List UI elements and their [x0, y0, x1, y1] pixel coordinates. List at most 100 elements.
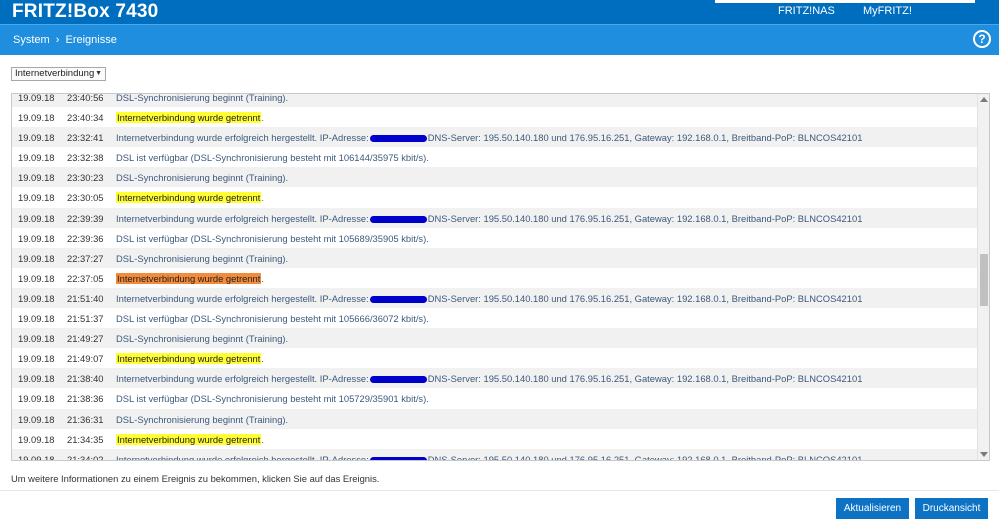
redaction-mark [369, 376, 427, 384]
row-time: 21:49:27 [67, 333, 104, 345]
message-tail: DNS-Server: 195.50.140.180 und 176.95.16… [427, 292, 863, 304]
highlighted-message: Internetverbindung wurde getrennt [116, 112, 262, 124]
table-row[interactable]: 19.09.18 21:51:40 Internetverbindung wurde… [12, 287, 978, 309]
row-message: Internetverbindung wurde erfolgreich her… [116, 293, 862, 304]
event-filter-select[interactable]: Internetverbindung ▼ [11, 67, 106, 81]
row-date: 19.09.18 [18, 393, 55, 405]
row-message: DSL-Synchronisierung beginnt (Training). [116, 252, 289, 264]
row-message: Internetverbindung wurde erfolgreich her… [116, 213, 862, 224]
table-row[interactable]: 19.09.18 21:49:27 DSL-Synchronisierung beg… [12, 328, 978, 349]
row-date: 19.09.18 [18, 252, 55, 264]
chevron-down-icon: ▼ [95, 70, 102, 77]
scroll-up-icon[interactable] [980, 97, 988, 102]
event-log-scrollbar[interactable] [977, 94, 989, 460]
message-tail: . [261, 433, 264, 445]
row-message: Internetverbindung wurde getrennt. [116, 192, 264, 204]
table-row[interactable]: 19.09.18 23:30:05 Internetverbindung wurde… [12, 187, 978, 208]
row-time: 21:34:35 [67, 433, 104, 445]
row-date: 19.09.18 [18, 292, 55, 304]
message-text: Internetverbindung wurde erfolgreich her… [116, 132, 369, 144]
message-tail: DNS-Server: 195.50.140.180 und 176.95.16… [427, 373, 863, 385]
row-time: 22:39:39 [67, 212, 104, 224]
row-message: DSL-Synchronisierung beginnt (Training). [116, 413, 289, 425]
message-tail: . [261, 192, 264, 204]
top-tab-indicator [715, 0, 975, 3]
row-date: 19.09.18 [18, 333, 55, 345]
table-row[interactable]: 19.09.18 21:49:07 Internetverbindung wurde… [12, 348, 978, 369]
row-message: Internetverbindung wurde getrennt. [116, 433, 264, 445]
row-date: 19.09.18 [18, 433, 55, 445]
table-row[interactable]: 19.09.18 22:39:36 DSL ist verfügbar (DSL-S… [12, 227, 978, 248]
refresh-button[interactable]: Aktualisieren [836, 498, 909, 519]
table-row[interactable]: 19.09.18 21:34:35 Internetverbindung wurde… [12, 428, 978, 449]
message-tail: DNS-Server: 195.50.140.180 und 176.95.16… [427, 132, 863, 144]
highlighted-message: Internetverbindung wurde getrennt [116, 192, 262, 204]
row-date: 19.09.18 [18, 353, 55, 365]
breadcrumb-system[interactable]: System [13, 34, 50, 46]
help-icon[interactable]: ? [973, 30, 991, 48]
table-row[interactable]: 19.09.18 21:34:02 Internetverbindung wurde… [12, 448, 978, 461]
row-date: 19.09.18 [18, 172, 55, 184]
row-time: 21:34:02 [67, 453, 104, 461]
row-date: 19.09.18 [18, 132, 55, 144]
row-date: 19.09.18 [18, 373, 55, 385]
row-time: 23:32:38 [67, 152, 104, 164]
breadcrumb-page: Ereignisse [65, 34, 117, 46]
row-date: 19.09.18 [18, 313, 55, 325]
row-message: Internetverbindung wurde erfolgreich her… [116, 373, 862, 384]
table-row[interactable]: 19.09.18 23:32:41 Internetverbindung wurde… [12, 127, 978, 148]
row-message: DSL ist verfügbar (DSL-Synchronisierung … [116, 232, 429, 244]
table-row[interactable]: 19.09.18 22:37:27 DSL-Synchronisierung beg… [12, 247, 978, 268]
table-row[interactable]: 19.09.18 23:32:38 DSL ist verfügbar (DSL-S… [12, 147, 978, 168]
row-time: 21:38:40 [67, 373, 104, 385]
table-row[interactable]: 19.09.18 22:37:05 Internetverbindung wurde… [12, 267, 978, 288]
highlighted-message: Internetverbindung wurde getrennt [116, 433, 262, 445]
row-date: 19.09.18 [18, 112, 55, 124]
row-date: 19.09.18 [18, 152, 55, 164]
scroll-thumb[interactable] [980, 254, 988, 306]
message-tail: . [261, 272, 264, 284]
table-row[interactable]: 19.09.18 21:38:40 Internetverbindung wurde… [12, 368, 978, 389]
message-tail: . [261, 112, 264, 124]
row-time: 21:49:07 [67, 353, 104, 365]
highlighted-message: Internetverbindung wurde getrennt [116, 272, 262, 284]
event-log-rows: 19.09.18 23:40:56 DSL-Synchronisierung beg… [12, 93, 978, 461]
print-view-button[interactable]: Druckansicht [915, 498, 988, 519]
row-date: 19.09.18 [18, 93, 55, 103]
row-message: DSL ist verfügbar (DSL-Synchronisierung … [116, 393, 429, 405]
row-message: DSL-Synchronisierung beginnt (Training). [116, 93, 289, 103]
row-date: 19.09.18 [18, 413, 55, 425]
brand-title: FRITZ!Box 7430 [12, 1, 159, 22]
row-time: 23:30:05 [67, 192, 104, 204]
table-row[interactable]: 19.09.18 23:40:34 Internetverbindung wurde… [12, 107, 978, 128]
row-message: Internetverbindung wurde getrennt. [116, 272, 264, 284]
row-time: 23:40:56 [67, 93, 104, 103]
redaction-mark [369, 456, 427, 460]
breadcrumb-separator-icon: › [55, 34, 60, 46]
row-message: DSL ist verfügbar (DSL-Synchronisierung … [116, 313, 429, 325]
row-message: Internetverbindung wurde getrennt. [116, 353, 264, 365]
hint-text: Um weitere Informationen zu einem Ereign… [11, 473, 380, 484]
table-row[interactable]: 19.09.18 23:30:23 DSL-Synchronisierung beg… [12, 167, 978, 188]
row-date: 19.09.18 [18, 212, 55, 224]
scroll-down-icon[interactable] [980, 452, 988, 457]
redaction-mark [369, 295, 427, 303]
redaction-mark [369, 215, 427, 223]
table-row[interactable]: 19.09.18 21:51:37 DSL ist verfügbar (DSL-S… [12, 308, 978, 329]
message-tail: . [261, 353, 264, 365]
row-message: DSL-Synchronisierung beginnt (Training). [116, 172, 289, 184]
breadcrumb: System › Ereignisse ? [0, 24, 999, 55]
row-date: 19.09.18 [18, 272, 55, 284]
row-time: 22:37:27 [67, 252, 104, 264]
table-row[interactable]: 19.09.18 22:39:39 Internetverbindung wurde… [12, 207, 978, 228]
message-text: Internetverbindung wurde erfolgreich her… [116, 373, 369, 385]
table-row[interactable]: 19.09.18 23:40:56 DSL-Synchronisierung beg… [12, 93, 978, 108]
table-row[interactable]: 19.09.18 21:38:36 DSL ist verfügbar (DSL-S… [12, 388, 978, 409]
table-row[interactable]: 19.09.18 21:36:31 DSL-Synchronisierung beg… [12, 408, 978, 429]
myfritz-link[interactable]: MyFRITZ! [863, 5, 912, 17]
fritznas-link[interactable]: FRITZ!NAS [778, 5, 835, 17]
highlighted-message: Internetverbindung wurde getrennt [116, 353, 262, 365]
redaction-mark [369, 135, 427, 143]
top-bar: FRITZ!Box 7430 FRITZ!NAS MyFRITZ! [0, 0, 999, 24]
row-time: 21:36:31 [67, 413, 104, 425]
